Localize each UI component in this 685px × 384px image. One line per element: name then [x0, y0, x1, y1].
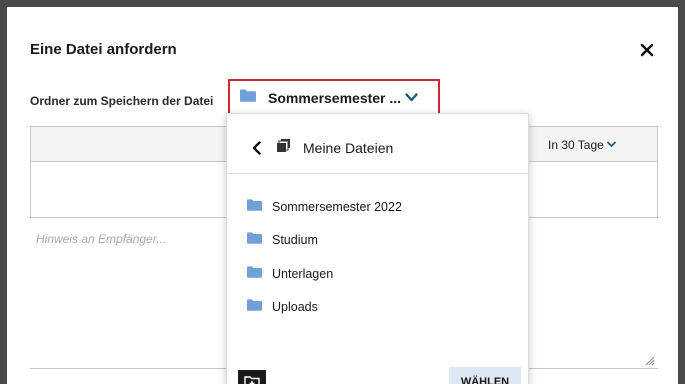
chevron-down-icon: [405, 89, 418, 107]
folder-label: Ordner zum Speichern der Datei: [30, 94, 214, 108]
folder-picker-header: Meine Dateien: [227, 114, 528, 174]
new-folder-button[interactable]: [238, 370, 266, 384]
expiry-label: In 30 Tage: [548, 137, 604, 152]
folder-item-label: Unterlagen: [272, 266, 334, 281]
chevron-left-icon: [252, 141, 261, 155]
folder-picker-title: Meine Dateien: [303, 140, 394, 156]
folder-icon: [247, 231, 262, 249]
chevron-down-icon: [606, 141, 616, 148]
folder-icon: [247, 198, 262, 216]
folder-item-label: Studium: [272, 233, 318, 248]
folder-icon: [247, 298, 262, 316]
folder-select[interactable]: Sommersemester ...: [228, 79, 440, 116]
expiry-select[interactable]: In 30 Tage: [548, 127, 616, 162]
folder-item[interactable]: Uploads: [227, 291, 528, 325]
resize-handle-icon[interactable]: [643, 353, 655, 366]
folder-item-label: Sommersemester 2022: [272, 199, 402, 214]
new-folder-icon: [244, 376, 260, 384]
selected-folder-label: Sommersemester ...: [268, 89, 402, 106]
folder-item[interactable]: Sommersemester 2022: [227, 190, 528, 224]
folder-item[interactable]: Studium: [227, 224, 528, 258]
folder-icon: [247, 265, 262, 283]
folder-picker-dropdown: Meine Dateien Sommersemester 2022 Studiu…: [226, 113, 529, 384]
dialog-title: Eine Datei anfordern: [30, 41, 177, 58]
close-icon: [640, 43, 654, 57]
recipient-note-input[interactable]: Hinweis an Empfänger...: [36, 232, 166, 246]
folder-icon: [240, 89, 256, 107]
close-button[interactable]: [637, 40, 657, 60]
folder-list: Sommersemester 2022 Studium Unterlagen U…: [227, 190, 528, 324]
folder-item-label: Uploads: [272, 300, 318, 315]
choose-button[interactable]: WÄHLEN: [449, 367, 521, 384]
files-stack-icon: [276, 138, 291, 158]
folder-item[interactable]: Unterlagen: [227, 257, 528, 291]
back-button[interactable]: [251, 141, 263, 155]
